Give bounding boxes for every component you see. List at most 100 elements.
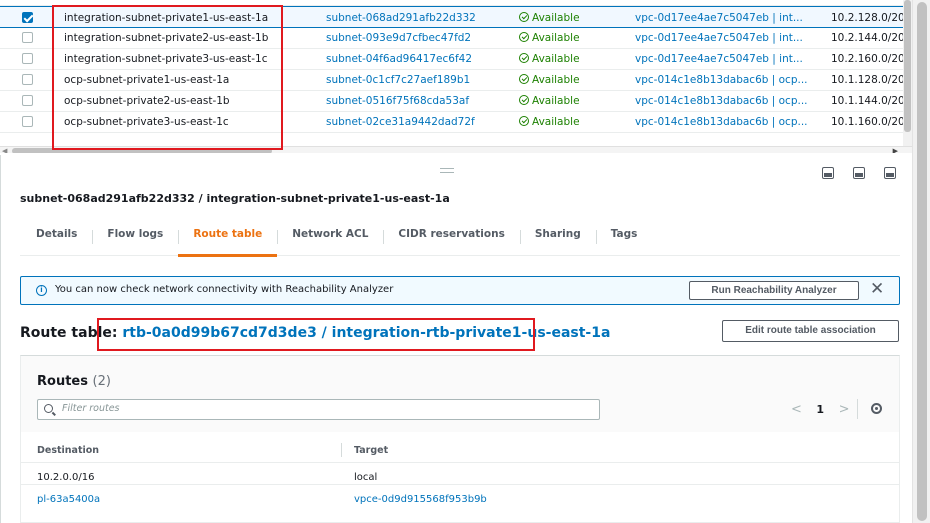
row-checkbox[interactable]	[22, 12, 33, 23]
vpc-link[interactable]: vpc-0d17ee4ae7c5047eb | int...	[635, 12, 803, 24]
subnet-name: ocp-subnet-private3-us-east-1c	[64, 116, 229, 128]
route-table-label: Route table:	[20, 325, 118, 341]
route-destination: 10.2.0.0/16	[37, 472, 95, 483]
scroll-right-arrow-icon[interactable]: ▶	[893, 147, 898, 153]
gear-icon[interactable]	[871, 403, 882, 414]
split-panel-position-controls	[822, 167, 896, 179]
tab-details[interactable]: Details	[20, 218, 92, 256]
subnet-state-text: Available	[532, 74, 580, 86]
tab-flow-logs[interactable]: Flow logs	[92, 218, 178, 256]
check-circle-icon	[519, 53, 529, 63]
row-checkbox[interactable]	[22, 95, 33, 106]
pane-left-border	[0, 155, 1, 523]
subnet-row[interactable]: integration-subnet-private3-us-east-1c su…	[0, 48, 912, 70]
subnet-name: ocp-subnet-private2-us-east-1b	[64, 95, 230, 107]
row-checkbox[interactable]	[22, 74, 33, 85]
subnet-row[interactable]: ocp-subnet-private3-us-east-1c subnet-02c…	[0, 111, 912, 133]
table-horizontal-scrollbar-thumb[interactable]	[12, 148, 272, 153]
vpc-link[interactable]: vpc-014c1e8b13dabac6b | ocp...	[635, 116, 808, 128]
ipv4-cidr: 10.2.128.0/20	[831, 12, 905, 24]
run-reachability-analyzer-button[interactable]: Run Reachability Analyzer	[689, 281, 859, 300]
row-checkbox[interactable]	[22, 32, 33, 43]
row-checkbox[interactable]	[22, 53, 33, 64]
subnet-row[interactable]: ocp-subnet-private2-us-east-1b subnet-051…	[0, 90, 912, 112]
route-destination-link[interactable]: pl-63a5400a	[37, 494, 100, 505]
subnet-id-link[interactable]: subnet-04f6ad96417ec6f42	[326, 53, 472, 65]
subnets-table: integration-subnet-private1-us-east-1a su…	[0, 0, 912, 153]
routes-count: (2)	[92, 374, 111, 389]
row-divider	[21, 484, 899, 485]
route-target-link[interactable]: vpce-0d9d915568f953b9b	[354, 494, 487, 505]
ipv4-cidr: 10.1.160.0/20	[831, 116, 905, 128]
subnet-state-text: Available	[532, 116, 580, 128]
subnet-row[interactable]: integration-subnet-private1-us-east-1a su…	[0, 6, 912, 28]
page-vertical-scrollbar-thumb[interactable]	[917, 2, 927, 521]
panel-side-icon[interactable]	[853, 167, 865, 179]
subnet-id-link[interactable]: subnet-093e9d7cfbec47fd2	[326, 32, 471, 44]
tab-tags[interactable]: Tags	[595, 218, 653, 256]
routes-header: Routes (2) < 1 >	[21, 356, 899, 432]
subnet-id-link[interactable]: subnet-02ce31a9442dad72f	[326, 116, 475, 128]
column-divider[interactable]	[341, 443, 342, 457]
current-page-number[interactable]: 1	[816, 403, 824, 416]
ipv4-cidr: 10.2.160.0/20	[831, 53, 905, 65]
subnet-state: Available	[519, 12, 580, 24]
ipv4-cidr: 10.2.144.0/20	[831, 32, 905, 44]
table-vertical-scrollbar-thumb[interactable]	[904, 0, 911, 132]
check-circle-icon	[519, 32, 529, 42]
subnet-state-text: Available	[532, 32, 580, 44]
panel-bottom-icon[interactable]	[822, 167, 834, 179]
subnet-id-link[interactable]: subnet-068ad291afb22d332	[326, 12, 476, 24]
next-page-icon[interactable]: >	[839, 402, 850, 417]
column-header-target[interactable]: Target	[354, 445, 388, 456]
route-target: local	[354, 472, 378, 483]
subnet-id-link[interactable]: subnet-0516f75f68cda53af	[326, 95, 469, 107]
subnet-state: Available	[519, 95, 580, 107]
subnet-state-text: Available	[532, 12, 580, 24]
subnet-row[interactable]: integration-subnet-private2-us-east-1b su…	[0, 27, 912, 49]
check-circle-icon	[519, 12, 529, 22]
search-icon	[44, 404, 53, 413]
subnet-state: Available	[519, 53, 580, 65]
check-circle-icon	[519, 116, 529, 126]
route-table-heading: Route table: rtb-0a0d99b67cd7d3de3 / int…	[20, 325, 610, 341]
subnet-state: Available	[519, 74, 580, 86]
subnet-name: integration-subnet-private2-us-east-1b	[64, 32, 269, 44]
tab-cidr-reservations[interactable]: CIDR reservations	[383, 218, 519, 256]
close-icon[interactable]: ✕	[870, 279, 884, 299]
panel-maximize-icon[interactable]	[884, 167, 896, 179]
subnet-name: ocp-subnet-private1-us-east-1a	[64, 74, 230, 86]
row-checkbox[interactable]	[22, 116, 33, 127]
route-table-link[interactable]: rtb-0a0d99b67cd7d3de3 / integration-rtb-…	[122, 325, 610, 341]
column-header-destination[interactable]: Destination	[37, 445, 99, 456]
filter-routes-input[interactable]	[62, 403, 562, 414]
filter-routes-field[interactable]	[37, 399, 600, 420]
vpc-link[interactable]: vpc-014c1e8b13dabac6b | ocp...	[635, 74, 808, 86]
subnet-name: integration-subnet-private3-us-east-1c	[64, 53, 268, 65]
routes-title-text: Routes	[37, 374, 88, 389]
subnet-state-text: Available	[532, 95, 580, 107]
scroll-left-arrow-icon[interactable]: ◀	[2, 147, 7, 153]
tab-sharing[interactable]: Sharing	[519, 218, 596, 256]
routes-container: Routes (2) < 1 > Destination Target 10.2…	[20, 355, 900, 523]
info-icon: i	[36, 285, 47, 296]
subnet-row[interactable]: ocp-subnet-private1-us-east-1a subnet-0c1…	[0, 69, 912, 91]
ipv4-cidr: 10.1.144.0/20	[831, 95, 905, 107]
previous-page-icon[interactable]: <	[791, 402, 802, 417]
page-vertical-scrollbar[interactable]	[912, 0, 930, 523]
table-horizontal-scrollbar[interactable]: ◀ ▶	[0, 146, 912, 153]
detail-title: subnet-068ad291afb22d332 / integration-s…	[20, 192, 450, 205]
vpc-link[interactable]: vpc-014c1e8b13dabac6b | ocp...	[635, 95, 808, 107]
info-banner: i You can now check network connectivity…	[20, 276, 900, 305]
table-vertical-scrollbar[interactable]	[903, 0, 912, 150]
pagination: < 1 >	[791, 402, 849, 417]
tab-network-acl[interactable]: Network ACL	[277, 218, 383, 256]
tab-route-table[interactable]: Route table	[178, 218, 278, 257]
header-divider	[21, 462, 899, 463]
vpc-link[interactable]: vpc-0d17ee4ae7c5047eb | int...	[635, 53, 803, 65]
info-banner-text: You can now check network connectivity w…	[55, 284, 394, 295]
split-panel-resize-handle[interactable]	[440, 168, 454, 173]
subnet-id-link[interactable]: subnet-0c1cf7c27aef189b1	[326, 74, 470, 86]
edit-route-table-association-button[interactable]: Edit route table association	[722, 320, 899, 342]
vpc-link[interactable]: vpc-0d17ee4ae7c5047eb | int...	[635, 32, 803, 44]
